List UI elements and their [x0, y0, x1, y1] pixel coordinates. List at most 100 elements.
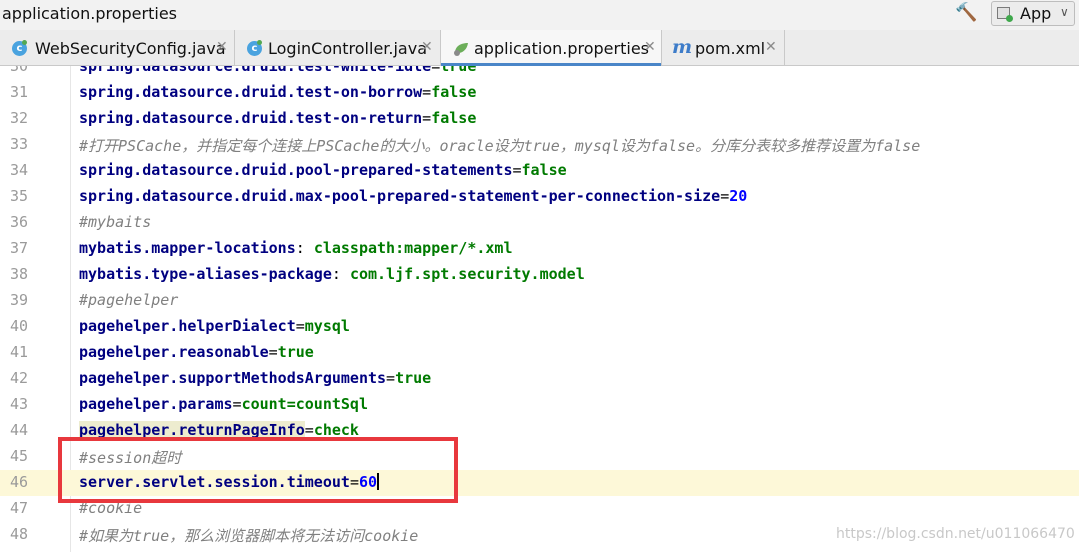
run-configuration-dropdown[interactable]: App ∨ [991, 1, 1075, 26]
code-line[interactable]: 30 spring.datasource.druid.test-while-idl… [0, 66, 1079, 80]
tab-label: application.properties [474, 39, 649, 58]
code-line[interactable]: 32 spring.datasource.druid.test-on-return… [0, 106, 1079, 132]
property-key: spring.datasource.druid.test-on-return [79, 109, 423, 127]
run-configuration-label: App [1020, 4, 1052, 23]
code-line[interactable]: 43 pagehelper.params=count=countSql [0, 392, 1079, 418]
tab-application-properties[interactable]: application.properties ✕ [441, 30, 662, 66]
tab-logincontroller[interactable]: c LoginController.java ✕ [235, 30, 441, 65]
code-line[interactable]: 45 #session超时 [0, 444, 1079, 470]
property-value: com.ljf.spt.security.model [349, 265, 585, 283]
comment-text: #如果为true，那么浏览器脚本将无法访问cookie [79, 527, 419, 545]
code-line[interactable]: 44 pagehelper.returnPageInfo=check [0, 418, 1079, 444]
line-number: 38 [9, 265, 28, 283]
code-line[interactable]: 33 #打开PSCache，并指定每个连接上PSCache的大小。oracle设为… [0, 132, 1079, 158]
property-value: check [313, 421, 359, 439]
property-separator: = [431, 66, 441, 75]
property-key: spring.datasource.druid.test-on-borrow [79, 83, 423, 101]
code-line[interactable]: 38 mybatis.type-aliases-package: com.ljf.… [0, 262, 1079, 288]
property-key: mybatis.mapper-locations [79, 239, 296, 257]
property-value: count=countSql [241, 395, 368, 413]
code-line[interactable]: 40 pagehelper.helperDialect=mysql [0, 314, 1079, 340]
code-line[interactable]: 35 spring.datasource.druid.max-pool-prepa… [0, 184, 1079, 210]
property-value: false [431, 109, 477, 127]
line-number: 39 [9, 291, 28, 309]
code-line[interactable]: 34 spring.datasource.druid.pool-prepared-… [0, 158, 1079, 184]
tab-websecurityconfig[interactable]: c WebSecurityConfig.java ✕ [0, 30, 235, 65]
property-value: 20 [729, 187, 748, 205]
code-line[interactable]: 36 #mybaits [0, 210, 1079, 236]
property-key: pagehelper.supportMethodsArguments [79, 369, 387, 387]
property-key: pagehelper.helperDialect [79, 317, 296, 335]
close-icon[interactable]: ✕ [216, 39, 228, 55]
code-text: spring.datasource.druid.max-pool-prepare… [79, 187, 747, 205]
close-icon[interactable]: ✕ [421, 39, 433, 55]
line-number: 36 [9, 213, 28, 231]
property-key: pagehelper.params [79, 395, 233, 413]
line-number: 47 [9, 499, 28, 517]
property-separator: = [386, 369, 396, 387]
property-value: true [440, 66, 477, 75]
property-value: mysql [304, 317, 350, 335]
property-separator: = [304, 421, 314, 439]
code-text: spring.datasource.druid.pool-prepared-st… [79, 161, 567, 179]
line-number: 44 [9, 421, 28, 439]
property-key: spring.datasource.druid.pool-prepared-st… [79, 161, 513, 179]
spring-properties-icon [454, 43, 468, 56]
property-separator: : [331, 265, 350, 283]
tab-label: LoginController.java [268, 39, 428, 58]
line-number: 48 [9, 525, 28, 543]
property-key: pagehelper.returnPageInfo [79, 421, 305, 439]
code-text: #mybaits [79, 213, 151, 231]
line-number: 31 [9, 83, 28, 101]
editor-tab-bar: c WebSecurityConfig.java ✕ c LoginContro… [0, 30, 1079, 66]
code-text: #cookie [79, 499, 142, 517]
code-line[interactable]: 31 spring.datasource.druid.test-on-borrow… [0, 80, 1079, 106]
watermark: https://blog.csdn.net/u011066470 [836, 526, 1075, 542]
property-value: true [395, 369, 432, 387]
property-separator: = [349, 473, 359, 491]
application-icon [997, 7, 1013, 22]
code-text: mybatis.mapper-locations: classpath:mapp… [79, 239, 513, 257]
tab-label: WebSecurityConfig.java [35, 39, 226, 58]
comment-text: #打开PSCache，并指定每个连接上PSCache的大小。oracle设为tr… [79, 137, 921, 155]
line-number: 30 [9, 66, 28, 75]
property-value: false [521, 161, 567, 179]
line-number: 37 [9, 239, 28, 257]
property-separator: = [268, 343, 278, 361]
line-number: 42 [9, 369, 28, 387]
build-hammer-icon[interactable]: 🔨 [955, 2, 977, 23]
code-text: pagehelper.returnPageInfo=check [79, 421, 359, 439]
property-key: server.servlet.session.timeout [79, 473, 350, 491]
code-text: #如果为true，那么浏览器脚本将无法访问cookie [79, 525, 418, 546]
code-text: mybatis.type-aliases-package: com.ljf.sp… [79, 265, 585, 283]
line-number: 32 [9, 109, 28, 127]
code-text: server.servlet.session.timeout=60 [79, 473, 380, 491]
property-separator: : [295, 239, 314, 257]
close-icon[interactable]: ✕ [644, 39, 656, 55]
code-line[interactable]: 39 #pagehelper [0, 288, 1079, 314]
code-line[interactable]: 37 mybatis.mapper-locations: classpath:ma… [0, 236, 1079, 262]
window-title: application.properties [2, 4, 177, 23]
property-value: false [431, 83, 477, 101]
code-text: spring.datasource.druid.test-on-borrow=f… [79, 83, 476, 101]
code-line[interactable]: 41 pagehelper.reasonable=true [0, 340, 1079, 366]
code-text: pagehelper.params=count=countSql [79, 395, 368, 413]
property-key: mybatis.type-aliases-package [79, 265, 332, 283]
line-number: 41 [9, 343, 28, 361]
close-icon[interactable]: ✕ [765, 39, 777, 55]
line-number: 33 [9, 135, 28, 153]
tab-pom-xml[interactable]: m pom.xml ✕ [662, 30, 785, 65]
code-text: spring.datasource.druid.test-while-idle=… [79, 66, 476, 75]
code-editor[interactable]: 30 spring.datasource.druid.test-while-idl… [0, 66, 1079, 552]
chevron-down-icon: ∨ [1060, 5, 1069, 19]
code-line[interactable]: 47 #cookie [0, 496, 1079, 522]
maven-icon: m [672, 36, 693, 58]
text-caret [377, 473, 380, 490]
code-line[interactable]: 42 pagehelper.supportMethodsArguments=tru… [0, 366, 1079, 392]
property-key: spring.datasource.druid.test-while-idle [79, 66, 432, 75]
title-bar: application.properties 🔨 App ∨ [0, 0, 1079, 30]
code-line[interactable]: 46 server.servlet.session.timeout=60 [0, 470, 1079, 496]
property-separator: = [232, 395, 242, 413]
java-class-icon: c [12, 40, 27, 56]
code-text: pagehelper.reasonable=true [79, 343, 314, 361]
